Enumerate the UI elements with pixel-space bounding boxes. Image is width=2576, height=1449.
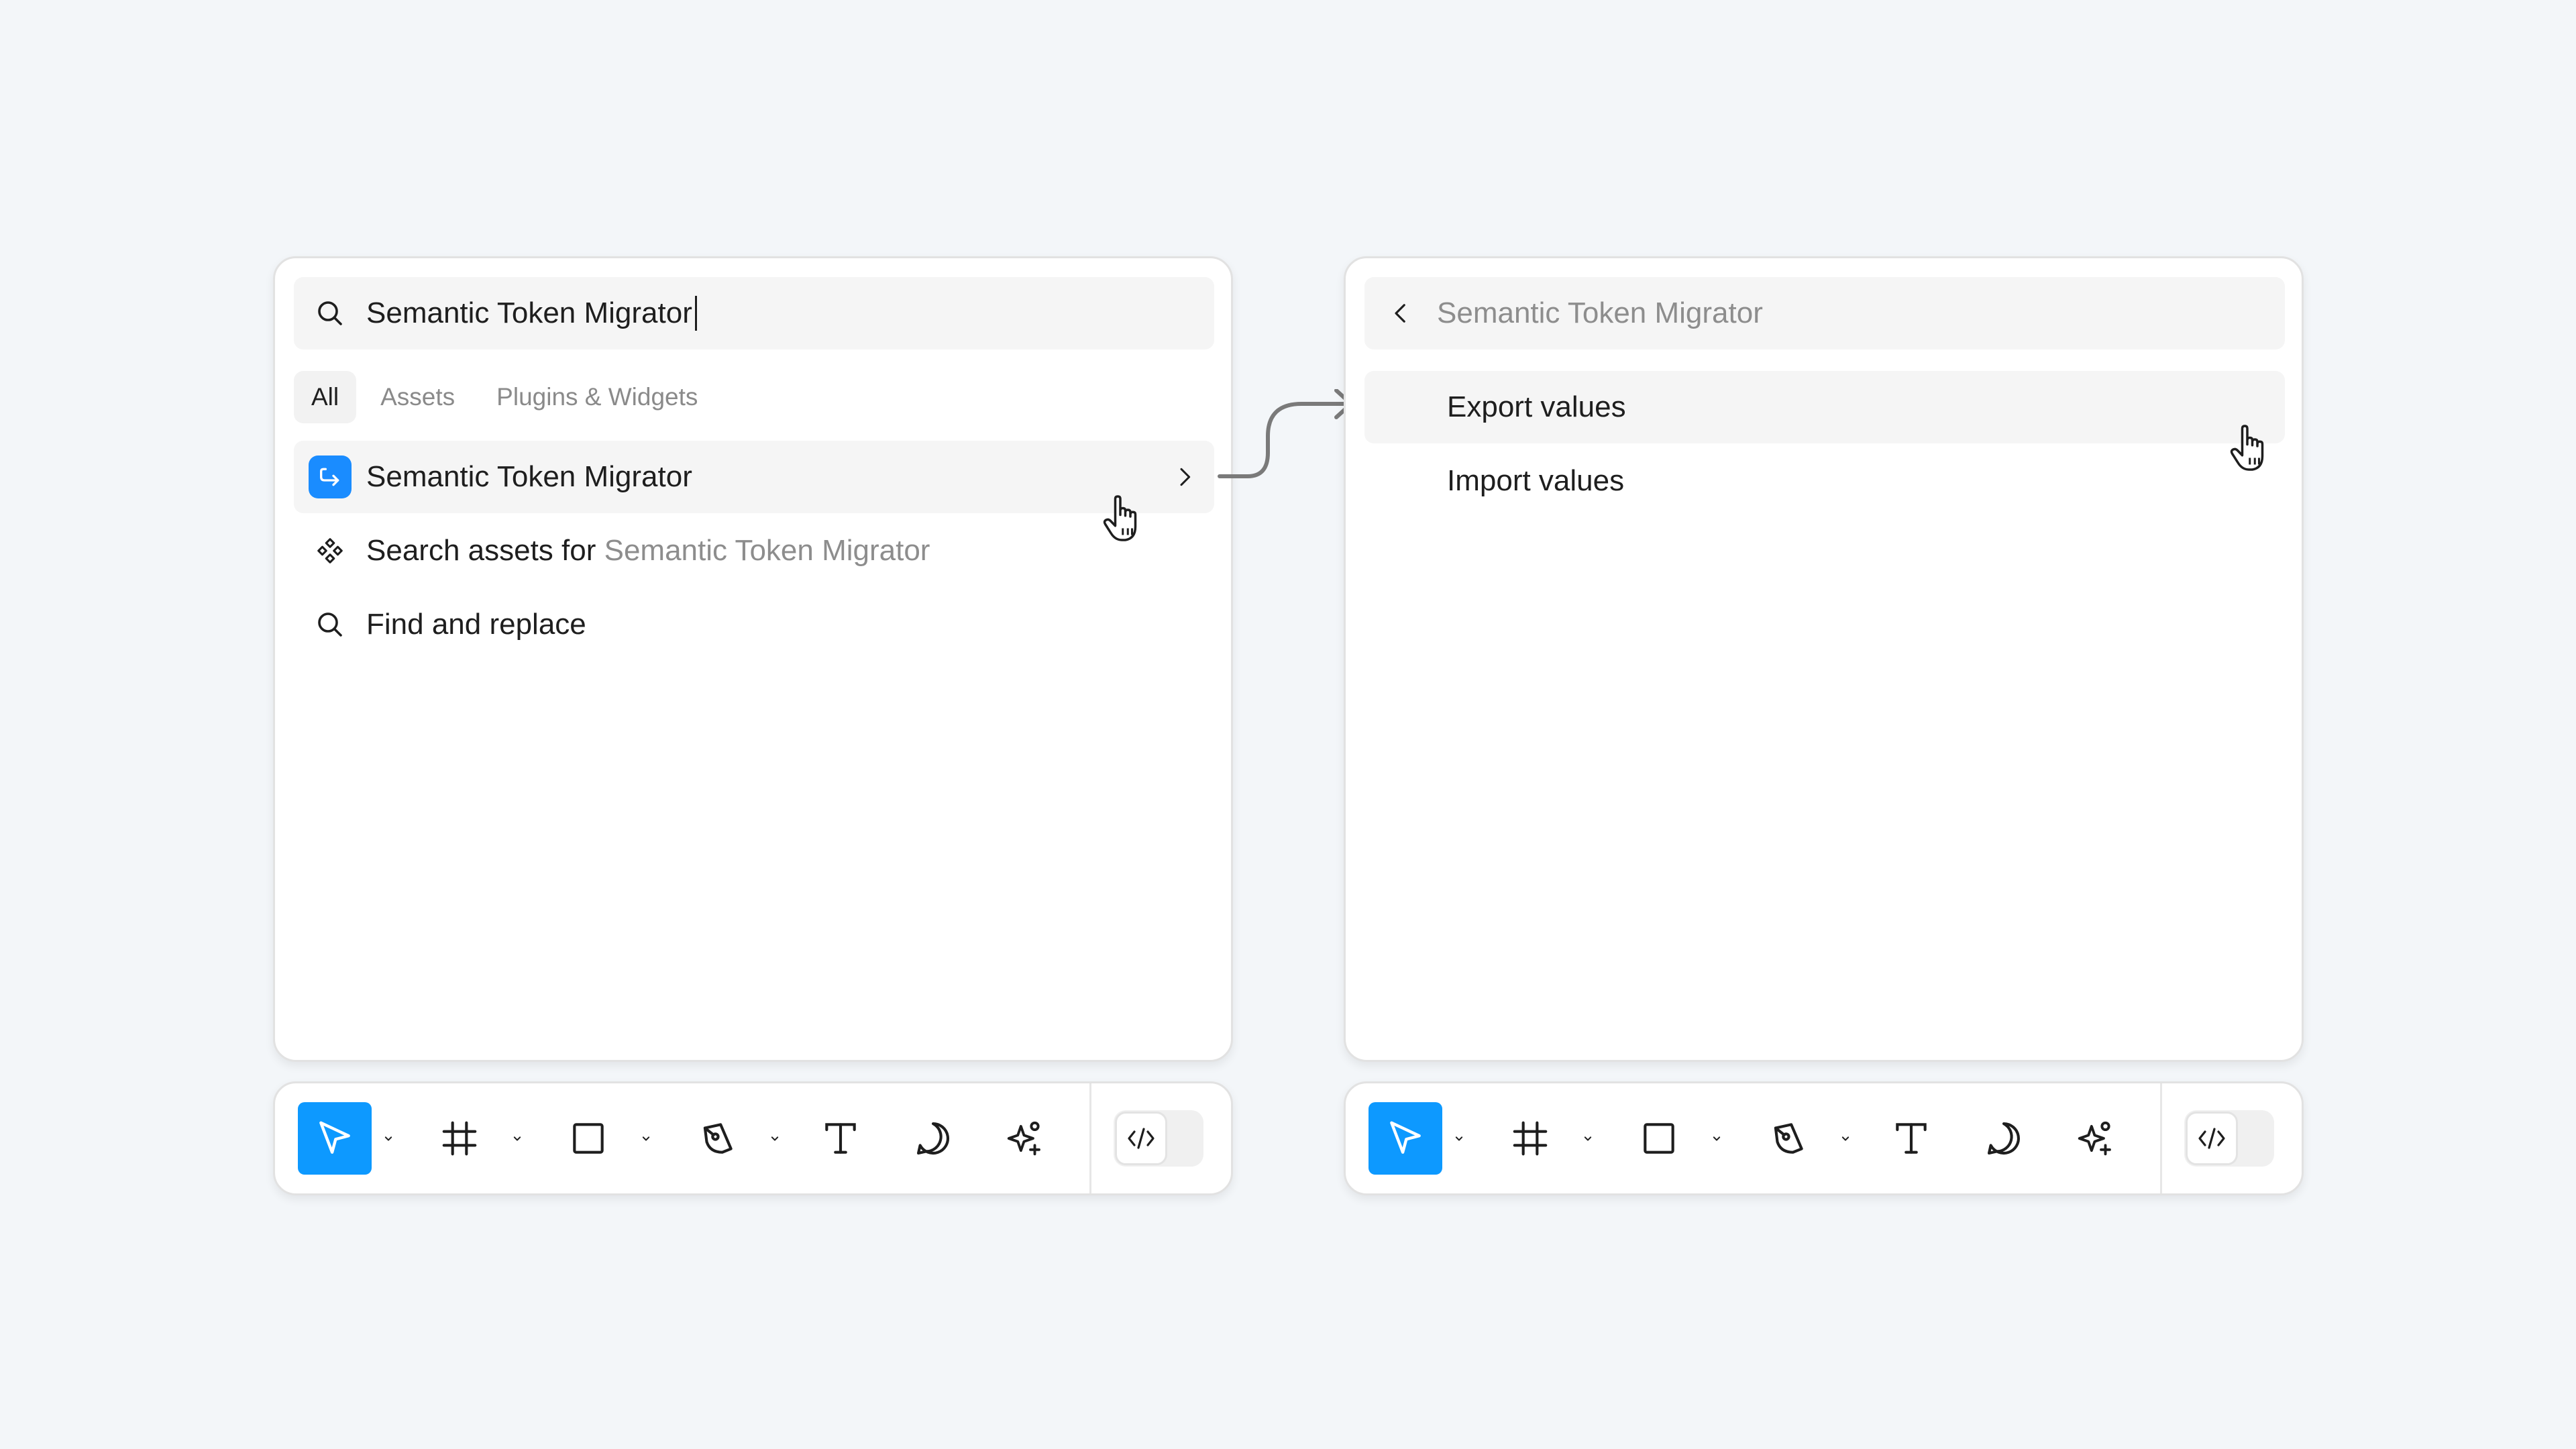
quick-actions-panel: Semantic Token Migrator All Assets Plugi…: [273, 256, 1233, 1062]
frame-hash-icon: [1513, 1121, 1548, 1156]
chevron-down-icon: [1584, 1136, 1592, 1141]
plugin-icon: [309, 455, 352, 498]
chevron-down-icon: [513, 1136, 521, 1141]
search-input[interactable]: Semantic Token Migrator: [366, 296, 697, 331]
comment-tool-button[interactable]: [896, 1102, 970, 1175]
frame-tool-dropdown[interactable]: [1579, 1125, 1597, 1152]
filter-tabs: All Assets Plugins & Widgets: [294, 371, 722, 423]
frame-tool-dropdown[interactable]: [508, 1125, 526, 1152]
dev-mode-toggle[interactable]: [2184, 1110, 2274, 1167]
search-bar[interactable]: Semantic Token Migrator: [294, 277, 1214, 350]
bottom-toolbar: [273, 1081, 1233, 1195]
chevron-down-icon: [1713, 1136, 1721, 1141]
code-icon: [2186, 1112, 2238, 1165]
plugin-title: Semantic Token Migrator: [1437, 297, 1763, 329]
sparkle-icon: [1007, 1121, 1040, 1156]
result-label: Search assets for Semantic Token Migrato…: [366, 534, 930, 567]
plugin-header-bar: Semantic Token Migrator: [1364, 277, 2285, 350]
hand-cursor-icon: [1103, 495, 1137, 541]
comment-tool-button[interactable]: [1967, 1102, 2041, 1175]
tab-assets[interactable]: Assets: [363, 371, 472, 423]
dev-mode-toggle[interactable]: [1114, 1110, 1203, 1167]
pen-icon: [703, 1123, 733, 1154]
pen-icon: [1774, 1123, 1803, 1154]
result-search-assets[interactable]: Search assets for Semantic Token Migrato…: [294, 515, 1214, 587]
hand-cursor-icon: [2230, 425, 2264, 471]
pen-tool-button[interactable]: [1751, 1102, 1825, 1175]
chevron-down-icon: [771, 1136, 779, 1141]
menu-item-import-values[interactable]: Import values: [1364, 445, 2285, 517]
text-tool-button[interactable]: [1874, 1102, 1948, 1175]
comment-icon: [1987, 1122, 2021, 1155]
tab-plugins-widgets[interactable]: Plugins & Widgets: [479, 371, 715, 423]
text-tool-button[interactable]: [804, 1102, 877, 1175]
cursor-arrow-icon: [319, 1121, 350, 1154]
chevron-down-icon: [1841, 1136, 1849, 1141]
comment-icon: [916, 1122, 950, 1155]
bottom-toolbar: [1344, 1081, 2304, 1195]
sparkle-icon: [2078, 1121, 2111, 1156]
chevron-right-icon: [1165, 457, 1205, 497]
pen-tool-dropdown[interactable]: [1837, 1125, 1854, 1152]
toolbar-divider: [1089, 1083, 1091, 1193]
rectangle-icon: [573, 1123, 604, 1154]
frame-tool-button[interactable]: [1493, 1102, 1567, 1175]
actions-tool-button[interactable]: [2058, 1102, 2132, 1175]
shape-tool-dropdown[interactable]: [637, 1125, 655, 1152]
cursor-arrow-icon: [1390, 1121, 1421, 1154]
chevron-down-icon: [1455, 1136, 1463, 1141]
result-label: Find and replace: [366, 608, 586, 641]
chevron-left-icon: [1395, 304, 1405, 323]
text-icon: [1896, 1123, 1927, 1154]
search-icon: [294, 277, 366, 350]
shape-tool-dropdown[interactable]: [1708, 1125, 1725, 1152]
component-icon: [294, 515, 366, 587]
toolbar-divider: [2160, 1083, 2162, 1193]
text-icon: [825, 1123, 856, 1154]
frame-tool-button[interactable]: [423, 1102, 496, 1175]
code-icon: [1115, 1112, 1167, 1165]
plugin-commands-panel: Semantic Token Migrator Export values Im…: [1344, 256, 2304, 1062]
back-button[interactable]: [1364, 277, 1437, 350]
shape-tool-button[interactable]: [1622, 1102, 1696, 1175]
actions-tool-button[interactable]: [987, 1102, 1061, 1175]
pen-tool-dropdown[interactable]: [766, 1125, 784, 1152]
frame-hash-icon: [442, 1121, 477, 1156]
result-plugin-semantic-token-migrator[interactable]: Semantic Token Migrator: [294, 441, 1214, 513]
text-caret: [694, 296, 697, 331]
rectangle-icon: [1644, 1123, 1674, 1154]
result-find-replace[interactable]: Find and replace: [294, 588, 1214, 661]
tab-all[interactable]: All: [294, 371, 357, 423]
menu-item-label: Import values: [1447, 464, 1625, 497]
move-tool-dropdown[interactable]: [1450, 1125, 1468, 1152]
pen-tool-button[interactable]: [680, 1102, 754, 1175]
menu-item-label: Export values: [1447, 390, 1626, 423]
move-tool-dropdown[interactable]: [380, 1125, 397, 1152]
result-label: Semantic Token Migrator: [366, 460, 692, 493]
move-tool-button[interactable]: [1368, 1102, 1442, 1175]
menu-item-export-values[interactable]: Export values: [1364, 371, 2285, 443]
shape-tool-button[interactable]: [551, 1102, 625, 1175]
move-tool-button[interactable]: [298, 1102, 372, 1175]
chevron-down-icon: [642, 1136, 650, 1141]
search-icon: [294, 588, 366, 661]
chevron-down-icon: [384, 1136, 392, 1141]
